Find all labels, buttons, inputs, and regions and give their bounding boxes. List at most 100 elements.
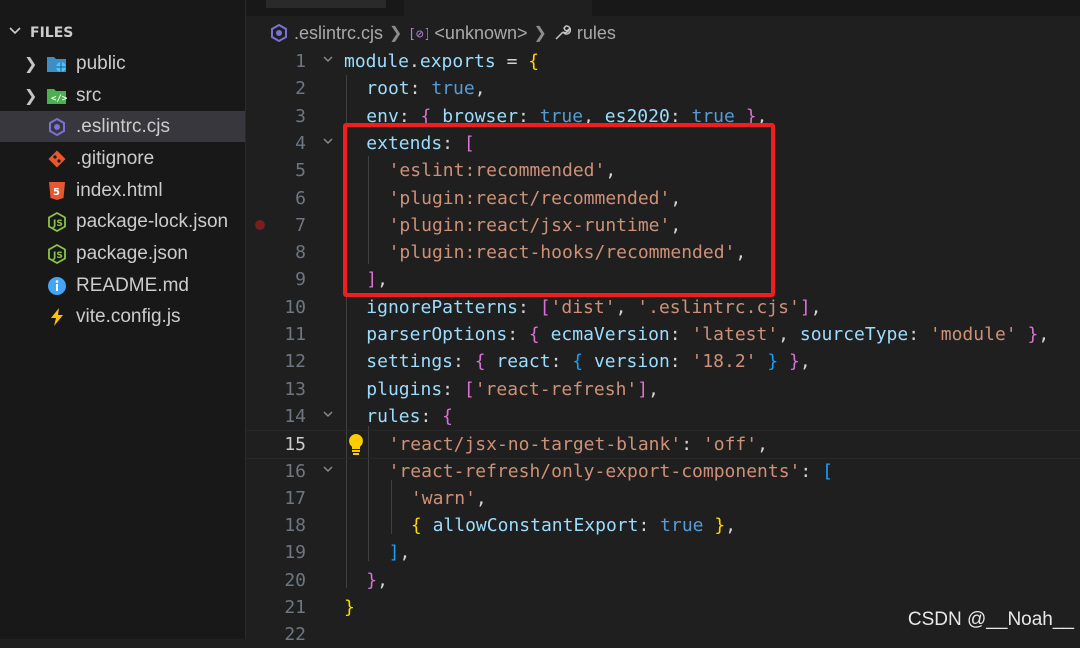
vite-icon — [46, 306, 68, 328]
tree-item-package-lock-json[interactable]: JS package-lock.json — [0, 206, 245, 237]
eslint-icon — [46, 116, 68, 138]
code-token: } — [789, 351, 800, 373]
code-token: 'module' — [929, 324, 1017, 345]
annotation-highlight-box — [343, 123, 775, 297]
breadcrumb-symbol[interactable]: <unknown> — [434, 23, 527, 44]
files-section-header[interactable]: FILES — [0, 20, 245, 46]
line-number: 21 — [284, 597, 306, 618]
line-number: 4 — [295, 132, 306, 154]
code-token: { — [528, 324, 540, 345]
tree-item-readme-md[interactable]: README.md — [0, 270, 245, 301]
code-token: } — [1027, 324, 1039, 345]
code-token: : — [681, 434, 703, 456]
code-token: { — [528, 51, 540, 72]
code-token: , — [475, 487, 487, 509]
code-token: : — [669, 351, 692, 373]
code-token: , — [399, 542, 411, 564]
code-line[interactable]: 20}, — [246, 567, 1080, 594]
code-token: plugins — [366, 378, 443, 400]
code-token: version — [593, 351, 670, 373]
nodejs-icon: JS — [46, 211, 68, 233]
breadcrumb-file[interactable]: .eslintrc.cjs — [294, 23, 383, 44]
tree-item-src[interactable]: ❯ </> src — [0, 80, 245, 111]
fold-chevron-icon[interactable] — [318, 48, 338, 75]
code-token: { — [442, 405, 454, 427]
code-line[interactable]: 2 root: true, — [246, 75, 1080, 102]
tree-item-label: .gitignore — [76, 147, 155, 169]
code-token: { — [474, 351, 486, 373]
code-token: : — [453, 351, 475, 373]
breadcrumb-rules[interactable]: rules — [577, 23, 616, 44]
tree-item-label: .eslintrc.cjs — [76, 115, 170, 137]
line-number: 13 — [284, 378, 306, 400]
tree-item-public[interactable]: ❯ public — [0, 48, 245, 79]
svg-text:JS: JS — [52, 219, 63, 229]
tree-item-index-html[interactable]: 5 index.html — [0, 175, 245, 206]
tree-item-vite-config-js[interactable]: vite.config.js — [0, 301, 245, 332]
code-text: root: true, — [366, 75, 485, 102]
code-token: 'latest' — [691, 324, 779, 345]
code-line[interactable]: 10 ignorePatterns: ['dist', '.eslintrc.cj… — [246, 294, 1080, 321]
code-token: root — [366, 78, 410, 100]
code-line[interactable]: 13 plugins: ['react-refresh'], — [246, 376, 1080, 403]
chevron-right-icon: ❯ — [533, 25, 547, 42]
code-token: parserOptions — [366, 324, 508, 345]
code-token: : — [669, 324, 692, 345]
symbol-namespace-icon: [⊘] — [408, 25, 428, 41]
chevron-right-icon: ❯ — [24, 54, 38, 73]
code-text: parserOptions: { ecmaVersion: 'latest', … — [366, 321, 1049, 348]
tree-item-label: src — [76, 84, 102, 106]
code-line[interactable]: 17 'warn', — [246, 485, 1080, 512]
code-line[interactable]: 12 settings: { react: { version: '18.2' }… — [246, 348, 1080, 375]
lightbulb-icon[interactable] — [347, 433, 365, 459]
code-line[interactable]: 18 { allowConstantExport: true }, — [246, 512, 1080, 539]
breakpoint-hint-icon[interactable] — [255, 220, 265, 230]
svg-text:[⊘]: [⊘] — [408, 27, 428, 41]
nodejs-icon: JS — [46, 243, 68, 265]
code-text: settings: { react: { version: '18.2' } }… — [366, 348, 810, 375]
tree-item-label: vite.config.js — [76, 305, 181, 327]
line-number: 17 — [284, 487, 306, 509]
code-token: , — [725, 515, 737, 537]
code-line[interactable]: 11 parserOptions: { ecmaVersion: 'latest'… — [246, 321, 1080, 348]
code-token: , — [377, 569, 388, 591]
code-line[interactable]: 14 rules: { — [246, 403, 1080, 430]
code-line[interactable]: 15 'react/jsx-no-target-blank': 'off', — [246, 430, 1080, 460]
tab-active[interactable] — [404, 0, 592, 17]
chevron-right-icon: ❯ — [389, 25, 403, 42]
tree-item-gitignore[interactable]: .gitignore — [0, 143, 245, 174]
line-number: 5 — [295, 160, 306, 182]
code-line[interactable]: 1 module.exports = { — [246, 48, 1080, 75]
line-number: 22 — [284, 624, 306, 646]
fold-chevron-icon[interactable] — [318, 130, 338, 157]
fold-chevron-icon[interactable] — [318, 458, 338, 485]
code-token: ecmaVersion — [550, 324, 670, 345]
code-token: 'react-refresh/only-export-components' — [388, 460, 801, 482]
tree-item-package-json[interactable]: JS package.json — [0, 238, 245, 269]
code-token: } — [767, 351, 779, 373]
tree-item-label: public — [76, 52, 126, 74]
code-token: '.eslintrc.cjs' — [637, 296, 800, 318]
tree-item-eslintrc-cjs[interactable]: .eslintrc.cjs — [0, 111, 245, 142]
code-token: sourceType — [799, 324, 909, 345]
code-token: react — [496, 351, 551, 373]
code-text: } — [344, 594, 355, 621]
line-number: 3 — [295, 105, 306, 127]
tab-strip — [246, 0, 1080, 17]
code-token: , — [474, 78, 486, 100]
line-number: 15 — [284, 434, 306, 456]
code-line[interactable]: 16 'react-refresh/only-export-components'… — [246, 458, 1080, 485]
code-token: , — [615, 296, 638, 318]
line-number: 14 — [284, 405, 306, 427]
code-line[interactable]: 19], — [246, 539, 1080, 566]
code-token: [ — [822, 460, 833, 482]
code-token: ] — [799, 296, 811, 318]
tab-inactive[interactable] — [266, 0, 386, 8]
fold-chevron-icon[interactable] — [318, 403, 338, 430]
code-token: , — [757, 434, 768, 456]
